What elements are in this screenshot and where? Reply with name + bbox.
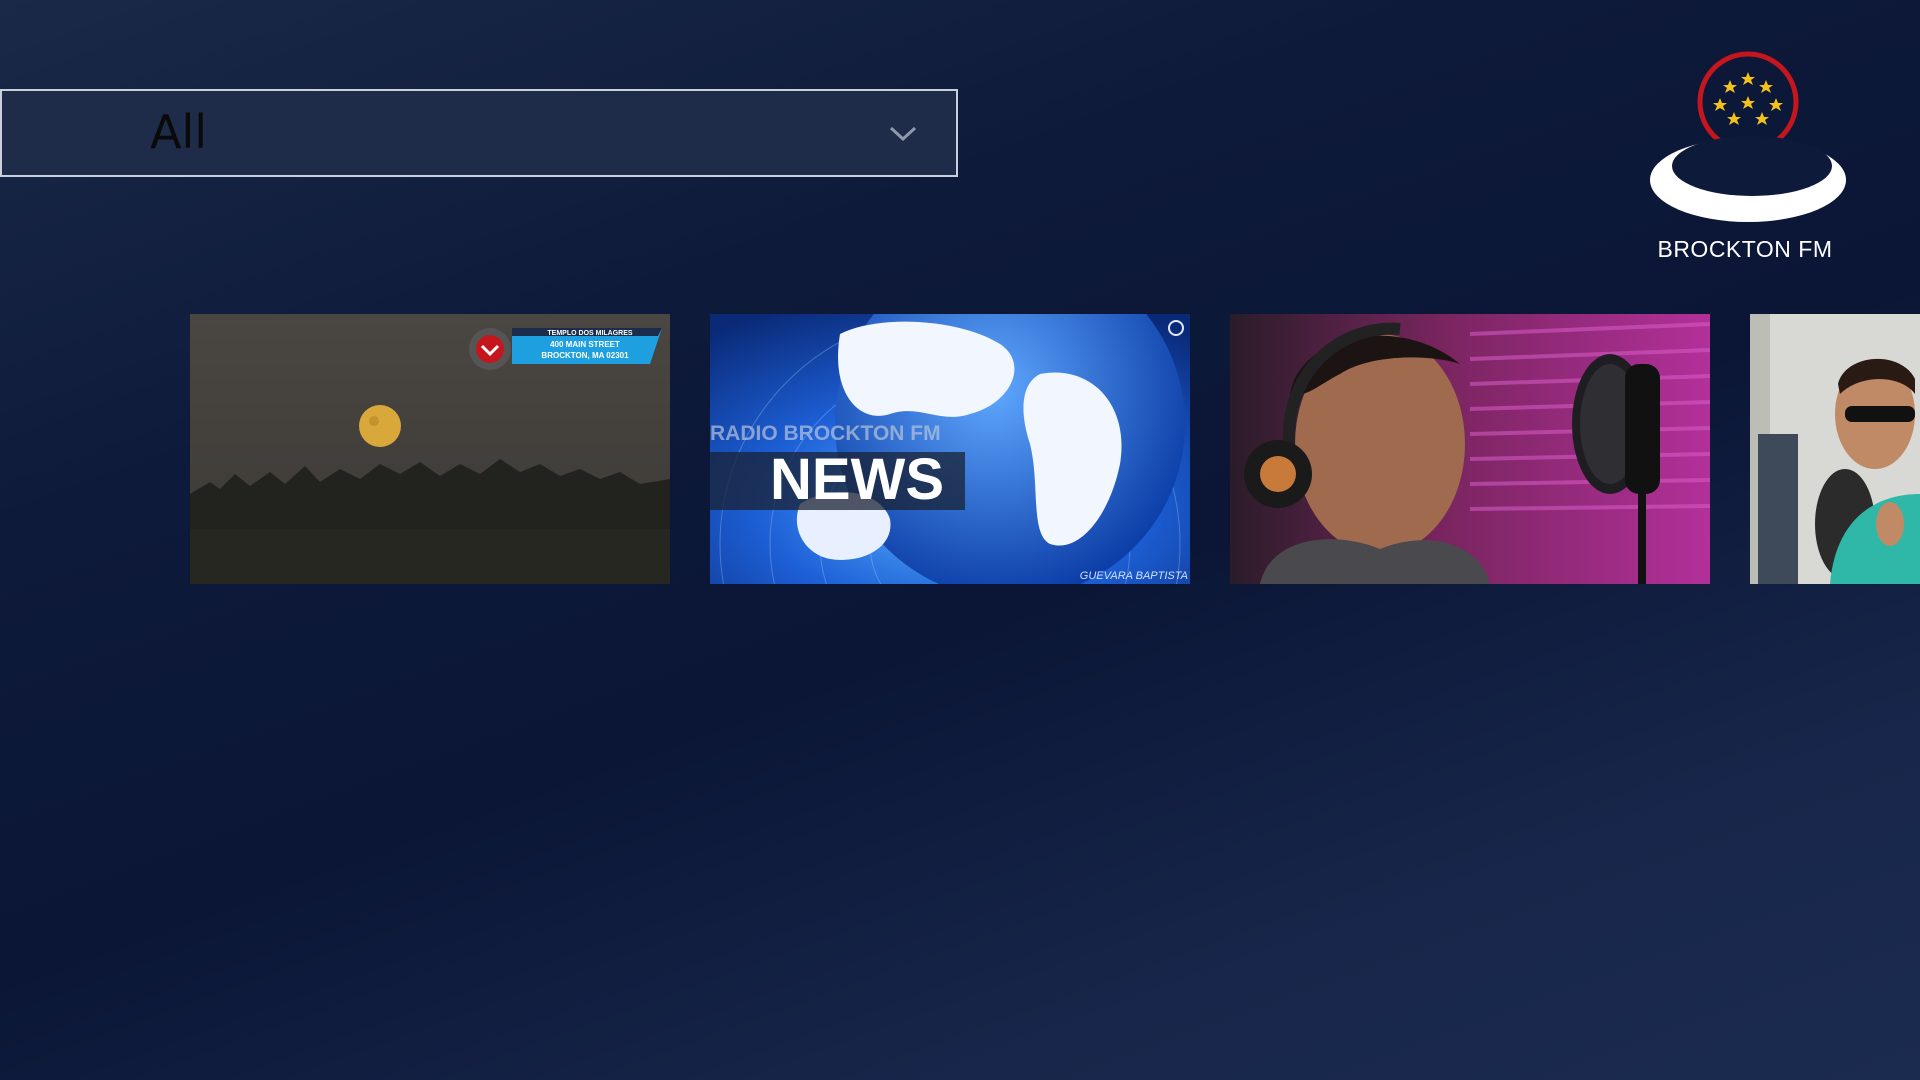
video-thumbnail-1[interactable]: TEMPLO DOS MILAGRES 400 MAIN STREET BROC…	[190, 314, 670, 584]
brockton-fm-logo	[1650, 51, 1846, 222]
category-dropdown[interactable]: All	[0, 89, 958, 177]
banner-line-3: BROCKTON, MA 02301	[541, 351, 629, 360]
news-credit: GUEVARA BAPTISTA	[1080, 570, 1188, 582]
video-thumbnail-2[interactable]: RADIO BROCKTON FM NEWS GUEVARA BAPTISTA	[710, 314, 1190, 584]
banner-line-1: TEMPLO DOS MILAGRES	[547, 330, 633, 337]
moon-forest-image: TEMPLO DOS MILAGRES 400 MAIN STREET BROC…	[190, 314, 670, 584]
category-dropdown-value: All	[150, 105, 208, 159]
news-globe-image: RADIO BROCKTON FM NEWS GUEVARA BAPTISTA	[710, 314, 1190, 584]
radio-host-image	[1230, 314, 1710, 584]
video-thumbnail-3[interactable]	[1230, 314, 1710, 584]
chevron-down-icon	[889, 126, 917, 142]
banner-line-2: 400 MAIN STREET	[550, 340, 620, 349]
video-thumbnail-4[interactable]	[1750, 314, 1920, 584]
news-overlay-text: RADIO BROCKTON FM	[710, 422, 941, 445]
singer-image	[1750, 314, 1920, 584]
brand-name: BROCKTON FM	[1657, 236, 1833, 262]
news-title: NEWS	[770, 447, 944, 512]
